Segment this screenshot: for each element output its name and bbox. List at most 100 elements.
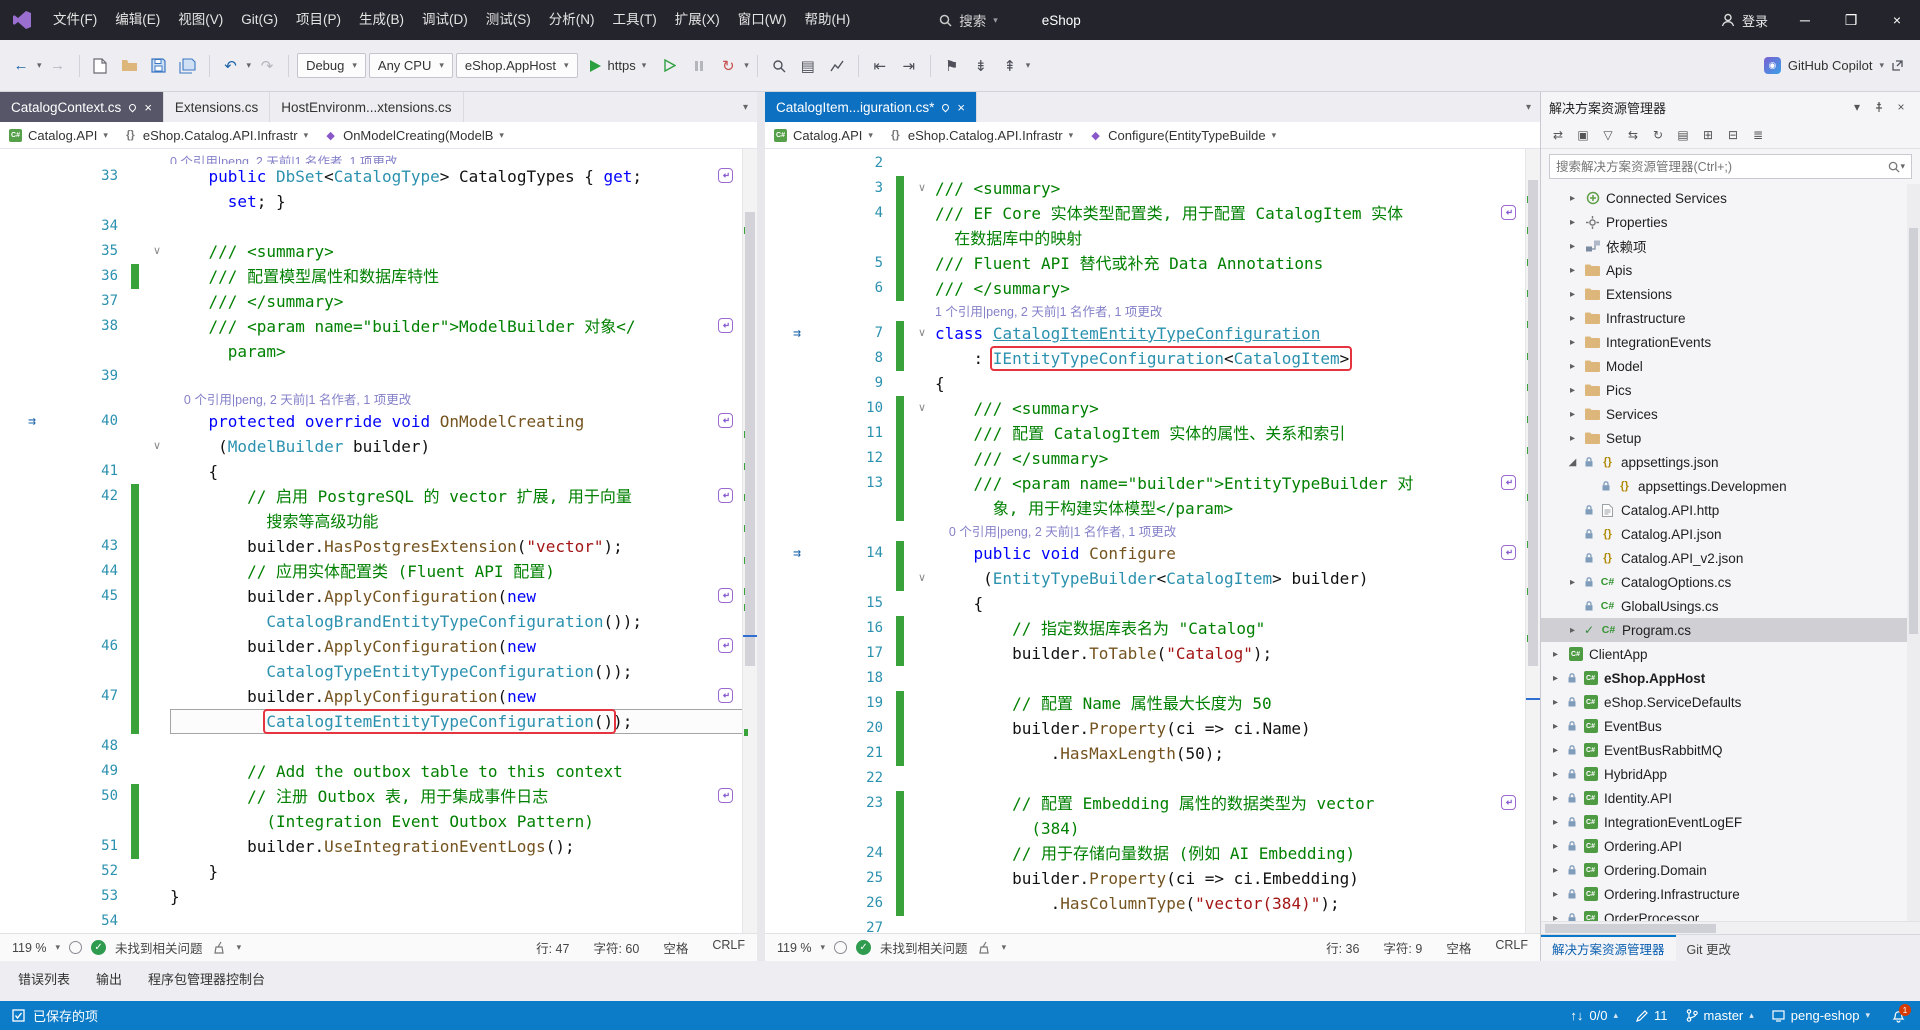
- tree-item[interactable]: ▸ C# ClientApp: [1541, 642, 1920, 666]
- expand-arrow-icon[interactable]: ▸: [1549, 697, 1562, 708]
- inline-suggestion-icon[interactable]: [1501, 475, 1516, 490]
- redo-icon[interactable]: ↷: [254, 53, 280, 79]
- tree-item[interactable]: ▸ Apis: [1541, 258, 1920, 282]
- editor-tab[interactable]: CatalogItem...iguration.cs* ×: [765, 92, 977, 122]
- navigate-back-button[interactable]: ←: [8, 53, 34, 79]
- expand-arrow-icon[interactable]: ▸: [1566, 289, 1579, 300]
- hot-reload-options-icon[interactable]: ▾: [744, 60, 749, 71]
- menu-item[interactable]: 扩展(X): [666, 0, 729, 40]
- tree-item[interactable]: ▸ C# OrderProcessor: [1541, 906, 1920, 921]
- menu-item[interactable]: Git(G): [232, 0, 287, 40]
- sign-in-button[interactable]: 登录: [1707, 11, 1782, 30]
- expand-arrow-icon[interactable]: ▸: [1549, 793, 1562, 804]
- minimize-button[interactable]: ─: [1782, 0, 1828, 40]
- inline-suggestion-icon[interactable]: [718, 168, 733, 183]
- menu-item[interactable]: 工具(T): [604, 0, 666, 40]
- expand-arrow-icon[interactable]: ▸: [1566, 337, 1579, 348]
- expand-arrow-icon[interactable]: ▸: [1549, 841, 1562, 852]
- menu-item[interactable]: 分析(N): [540, 0, 604, 40]
- margin-reference-icon[interactable]: ⇉: [28, 409, 36, 434]
- fold-chevron-icon[interactable]: ∨: [909, 176, 935, 201]
- bookmark-icon[interactable]: ⚑: [939, 53, 965, 79]
- filter-icon[interactable]: ▽: [1597, 124, 1619, 146]
- save-all-icon[interactable]: [175, 53, 201, 79]
- codelens-text[interactable]: 0 个引用|peng, 2 天前|1 名作者, 1 项更改: [935, 525, 1176, 539]
- breadcrumb-item[interactable]: C# Catalog.API ▾: [774, 128, 873, 143]
- tree-item[interactable]: ▸ C# Ordering.Infrastructure: [1541, 882, 1920, 906]
- expand-arrow-icon[interactable]: ▸: [1549, 745, 1562, 756]
- close-button[interactable]: ×: [1874, 0, 1920, 40]
- open-folder-icon[interactable]: [117, 53, 143, 79]
- switch-views-icon[interactable]: ⇄: [1547, 124, 1569, 146]
- breadcrumb-item[interactable]: C# Catalog.API ▾: [9, 128, 108, 143]
- inline-suggestion-icon[interactable]: [1501, 795, 1516, 810]
- maximize-button[interactable]: ❒: [1828, 0, 1874, 40]
- expand-arrow-icon[interactable]: ▸: [1566, 361, 1579, 372]
- github-copilot-button[interactable]: ◉ GitHub Copilot ▾: [1756, 57, 1912, 74]
- expand-arrow-icon[interactable]: ▸: [1566, 385, 1579, 396]
- expand-arrow-icon[interactable]: ▸: [1549, 673, 1562, 684]
- scrollbar-thumb[interactable]: [745, 211, 755, 667]
- tree-item[interactable]: ▸ 依赖项: [1541, 234, 1920, 258]
- scrollbar-thumb[interactable]: [1528, 180, 1538, 667]
- tree-item[interactable]: ▸ Pics: [1541, 378, 1920, 402]
- inline-suggestion-icon[interactable]: [718, 318, 733, 333]
- tool-window-tab[interactable]: Git 更改: [1676, 935, 1742, 961]
- tree-item[interactable]: ▸ Services: [1541, 402, 1920, 426]
- tree-item[interactable]: ▸ Properties: [1541, 210, 1920, 234]
- fold-chevron-icon[interactable]: ∨: [909, 321, 935, 346]
- breadcrumb-item[interactable]: {} eShop.Catalog.API.Infrastr ▾: [889, 128, 1073, 143]
- tree-item[interactable]: ▸ C# EventBusRabbitMQ: [1541, 738, 1920, 762]
- codelens-text[interactable]: 1 个引用|peng, 2 天前|1 名作者, 1 项更改: [935, 305, 1162, 319]
- tree-item[interactable]: Catalog.API.http: [1541, 498, 1920, 522]
- solution-platform-dropdown[interactable]: Any CPU ▾: [368, 53, 453, 78]
- panel-tab[interactable]: 错误列表: [6, 964, 82, 993]
- editor-scrollbar[interactable]: [1525, 149, 1540, 933]
- expand-arrow-icon[interactable]: ▸: [1549, 865, 1562, 876]
- breadcrumb-item[interactable]: ◆ OnModelCreating(ModelB ▾: [324, 128, 504, 143]
- expand-arrow-icon[interactable]: ▸: [1549, 769, 1562, 780]
- start-debugging-button[interactable]: https ▾: [581, 53, 655, 79]
- line-chart-icon[interactable]: [824, 53, 850, 79]
- expand-arrow-icon[interactable]: ▸: [1549, 889, 1562, 900]
- expand-arrow-icon[interactable]: ▸: [1566, 577, 1579, 588]
- tree-item[interactable]: ▸ ✓ C# Program.cs: [1541, 618, 1920, 642]
- startup-project-dropdown[interactable]: eShop.AppHost ▾: [455, 53, 578, 78]
- solution-explorer-search[interactable]: ▾: [1549, 154, 1912, 179]
- editor-scrollbar[interactable]: [742, 149, 757, 933]
- tree-item[interactable]: {} appsettings.Developmen: [1541, 474, 1920, 498]
- inline-suggestion-icon[interactable]: [1501, 545, 1516, 560]
- line-ending[interactable]: CRLF: [712, 938, 745, 957]
- inline-suggestion-icon[interactable]: [718, 788, 733, 803]
- panel-tab[interactable]: 程序包管理器控制台: [136, 964, 277, 993]
- undo-icon[interactable]: ↶: [218, 53, 244, 79]
- caret-column[interactable]: 字符: 60: [593, 938, 639, 957]
- expand-arrow-icon[interactable]: ▸: [1566, 313, 1579, 324]
- tree-item[interactable]: ▸ C# eShop.AppHost: [1541, 666, 1920, 690]
- solution-configuration-dropdown[interactable]: Debug ▾: [297, 53, 366, 78]
- editor-splitter[interactable]: [757, 92, 765, 961]
- codelens-text[interactable]: 0 个引用|peng, 2 天前|1 名作者, 1 项更改: [170, 393, 411, 407]
- menu-item[interactable]: 文件(F): [44, 0, 106, 40]
- document-health-icon[interactable]: [834, 941, 848, 954]
- window-position-icon[interactable]: ▾: [1846, 96, 1868, 118]
- nest-files-icon[interactable]: ▤: [1672, 124, 1694, 146]
- tree-item[interactable]: ▸ Infrastructure: [1541, 306, 1920, 330]
- indent-increase-icon[interactable]: ⇥: [896, 53, 922, 79]
- expand-arrow-icon[interactable]: ◢: [1566, 457, 1579, 468]
- expand-arrow-icon[interactable]: ▸: [1566, 409, 1579, 420]
- tree-item[interactable]: ▸ C# Identity.API: [1541, 786, 1920, 810]
- undo-history-icon[interactable]: ▾: [247, 60, 252, 71]
- start-without-debugging-icon[interactable]: [657, 53, 683, 79]
- tree-item[interactable]: ▸ Extensions: [1541, 282, 1920, 306]
- tree-item[interactable]: ▸ C# CatalogOptions.cs: [1541, 570, 1920, 594]
- inline-suggestion-icon[interactable]: [718, 588, 733, 603]
- menu-item[interactable]: 视图(V): [169, 0, 232, 40]
- panel-tab[interactable]: 输出: [84, 964, 134, 993]
- navigate-forward-button[interactable]: →: [45, 53, 71, 79]
- tree-item[interactable]: ▸ Connected Services: [1541, 186, 1920, 210]
- caret-line[interactable]: 行: 47: [536, 938, 569, 957]
- breadcrumb-item[interactable]: {} eShop.Catalog.API.Infrastr ▾: [124, 128, 308, 143]
- tree-item[interactable]: ▸ C# eShop.ServiceDefaults: [1541, 690, 1920, 714]
- sync-active-document-icon[interactable]: ⇆: [1622, 124, 1644, 146]
